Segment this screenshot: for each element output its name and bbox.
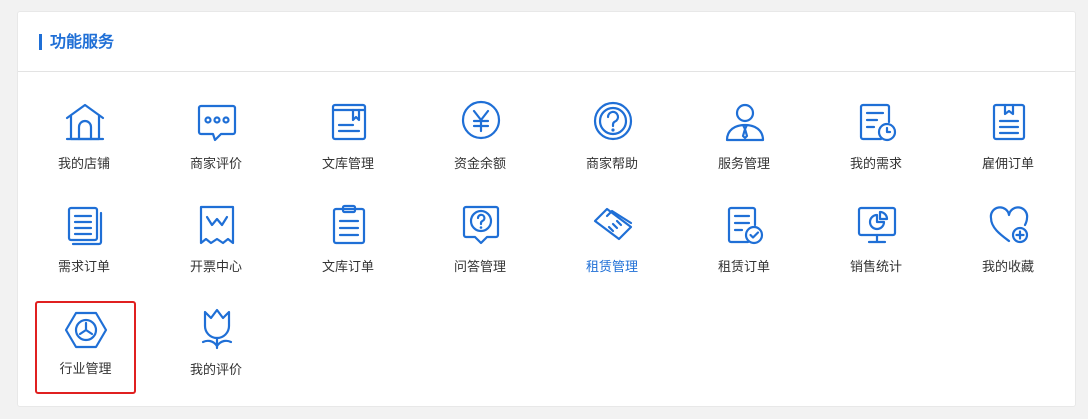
service-item-label: 商家评价 (189, 157, 242, 172)
service-item-qa-management[interactable]: 问答管理 (414, 175, 546, 275)
service-item-hire-orders[interactable]: 雇佣订单 (942, 72, 1074, 172)
service-item-merchant-help[interactable]: 商家帮助 (546, 72, 678, 172)
store-icon (65, 103, 105, 141)
title-accent-bar (39, 34, 42, 50)
chat-bubble-icon (197, 104, 237, 142)
service-item-label: 文库管理 (321, 157, 374, 172)
invoice-receipt-icon (199, 205, 235, 245)
panel-header: 功能服务 (18, 12, 1075, 72)
qa-bubble-icon (462, 205, 500, 245)
demand-clock-icon (859, 103, 897, 142)
handshake-icon (593, 207, 633, 241)
service-item-label: 雇佣订单 (981, 157, 1034, 172)
service-person-icon (725, 103, 765, 142)
service-item-library-management[interactable]: 文库管理 (282, 72, 414, 172)
service-item-label: 开票中心 (189, 260, 242, 275)
library-book-icon (331, 103, 367, 141)
service-item-my-reviews[interactable]: 我的评价 (150, 278, 282, 378)
service-item-demand-orders[interactable]: 需求订单 (18, 175, 150, 275)
tulip-review-icon (201, 308, 233, 350)
service-item-library-orders[interactable]: 文库订单 (282, 175, 414, 275)
demand-order-icon (67, 206, 103, 246)
service-item-service-management[interactable]: 服务管理 (678, 72, 810, 172)
service-item-label: 行业管理 (59, 362, 112, 377)
hire-order-icon (992, 103, 1026, 141)
help-question-icon (593, 101, 633, 141)
service-item-lease-management[interactable]: 租赁管理 (546, 175, 678, 275)
favorite-heart-icon (989, 206, 1029, 244)
service-item-label: 我的店铺 (57, 157, 110, 172)
service-item-fund-balance[interactable]: 资金余额 (414, 72, 546, 172)
service-item-my-favorites[interactable]: 我的收藏 (942, 175, 1074, 275)
service-item-label: 租赁订单 (717, 260, 770, 275)
service-item-label: 我的需求 (849, 157, 902, 172)
panel-title: 功能服务 (50, 32, 115, 51)
service-item-label: 服务管理 (717, 157, 770, 172)
service-item-label: 销售统计 (849, 260, 902, 275)
service-item-label: 我的收藏 (981, 260, 1034, 275)
service-item-my-store[interactable]: 我的店铺 (18, 72, 150, 172)
yuan-coin-icon (461, 100, 501, 140)
service-item-label: 资金余额 (453, 157, 506, 172)
lease-order-check-icon (727, 206, 764, 245)
service-item-label: 租赁管理 (585, 260, 638, 275)
service-item-label: 文库订单 (321, 260, 374, 275)
industry-hexagon-icon (64, 311, 108, 349)
function-services-panel: 功能服务 我的店铺 商家评价 文库管理 资金余额 商家帮助 服务管理 我的需求 … (17, 11, 1076, 407)
service-item-label: 我的评价 (189, 363, 242, 378)
service-item-invoice-center[interactable]: 开票中心 (150, 175, 282, 275)
service-item-label: 需求订单 (57, 260, 110, 275)
service-item-label: 问答管理 (453, 260, 506, 275)
service-item-lease-orders[interactable]: 租赁订单 (678, 175, 810, 275)
sales-chart-icon (857, 206, 897, 244)
service-item-sales-statistics[interactable]: 销售统计 (810, 175, 942, 275)
library-order-icon (332, 204, 366, 245)
service-item-label: 商家帮助 (585, 157, 638, 172)
service-item-industry-management[interactable]: 行业管理 (35, 301, 136, 394)
service-item-merchant-review[interactable]: 商家评价 (150, 72, 282, 172)
service-item-my-demand[interactable]: 我的需求 (810, 72, 942, 172)
